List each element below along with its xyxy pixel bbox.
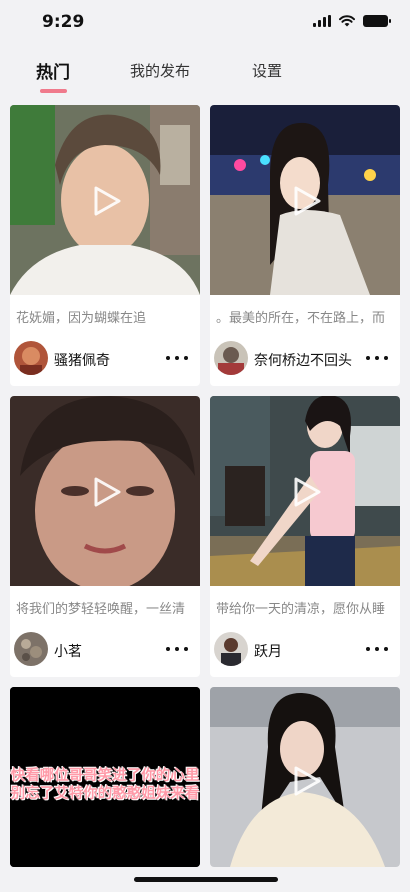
status-time: 9:29 xyxy=(42,12,85,32)
play-icon xyxy=(94,477,121,507)
avatar[interactable] xyxy=(14,341,48,375)
video-card[interactable]: 花妩媚，因为蝴蝶在追 骚猪佩奇 xyxy=(10,105,200,386)
play-icon xyxy=(294,186,321,216)
play-icon xyxy=(294,477,321,507)
tab-my-posts[interactable]: 我的发布 xyxy=(130,60,190,81)
video-thumbnail[interactable] xyxy=(210,105,400,295)
author-row: 小茗 xyxy=(14,632,196,668)
active-tab-indicator xyxy=(40,89,67,93)
home-indicator xyxy=(134,877,278,882)
video-caption: 带给你一天的清凉，愿你从睡 xyxy=(216,602,386,617)
status-icons xyxy=(313,15,391,27)
signal-icon xyxy=(313,15,331,27)
video-caption: 将我们的梦轻轻唤醒，一丝清 xyxy=(16,602,186,617)
status-bar: 9:29 xyxy=(0,0,410,44)
battery-icon xyxy=(363,15,391,27)
author-row: 奈何桥边不回头 xyxy=(214,341,396,377)
video-caption: 。最美的所在，不在路上，而 xyxy=(216,311,386,326)
video-card[interactable]: 快看哪位哥哥笑进了你的心里 别忘了艾特你的憨憨姐妹来看 xyxy=(10,687,200,867)
author-name[interactable]: 奈何桥边不回头 xyxy=(254,350,352,370)
more-options-icon[interactable] xyxy=(366,642,388,656)
more-options-icon[interactable] xyxy=(166,642,188,656)
video-thumbnail[interactable]: 快看哪位哥哥笑进了你的心里 别忘了艾特你的憨憨姐妹来看 xyxy=(10,687,200,867)
avatar[interactable] xyxy=(14,632,48,666)
author-name[interactable]: 骚猪佩奇 xyxy=(54,350,110,370)
tab-hot[interactable]: 热门 xyxy=(36,58,70,83)
author-name[interactable]: 跃月 xyxy=(254,641,282,661)
video-thumbnail[interactable] xyxy=(10,396,200,586)
tab-bar: 热门 我的发布 设置 xyxy=(0,54,410,96)
video-card[interactable] xyxy=(210,687,400,867)
more-options-icon[interactable] xyxy=(366,351,388,365)
video-thumbnail[interactable] xyxy=(10,105,200,295)
author-name[interactable]: 小茗 xyxy=(54,641,82,661)
wifi-icon xyxy=(339,15,355,27)
video-overlay-text: 快看哪位哥哥笑进了你的心里 xyxy=(10,768,200,784)
play-icon xyxy=(294,766,321,796)
tab-settings[interactable]: 设置 xyxy=(252,60,282,81)
video-thumbnail[interactable] xyxy=(210,396,400,586)
video-thumbnail[interactable] xyxy=(210,687,400,867)
more-options-icon[interactable] xyxy=(166,351,188,365)
video-card[interactable]: 。最美的所在，不在路上，而 奈何桥边不回头 xyxy=(210,105,400,386)
avatar[interactable] xyxy=(214,341,248,375)
video-card[interactable]: 带给你一天的清凉，愿你从睡 跃月 xyxy=(210,396,400,677)
play-icon xyxy=(94,186,121,216)
video-overlay-text: 别忘了艾特你的憨憨姐妹来看 xyxy=(10,786,200,802)
author-row: 骚猪佩奇 xyxy=(14,341,196,377)
video-card[interactable]: 将我们的梦轻轻唤醒，一丝清 小茗 xyxy=(10,396,200,677)
avatar[interactable] xyxy=(214,632,248,666)
author-row: 跃月 xyxy=(214,632,396,668)
video-caption: 花妩媚，因为蝴蝶在追 xyxy=(16,311,147,326)
